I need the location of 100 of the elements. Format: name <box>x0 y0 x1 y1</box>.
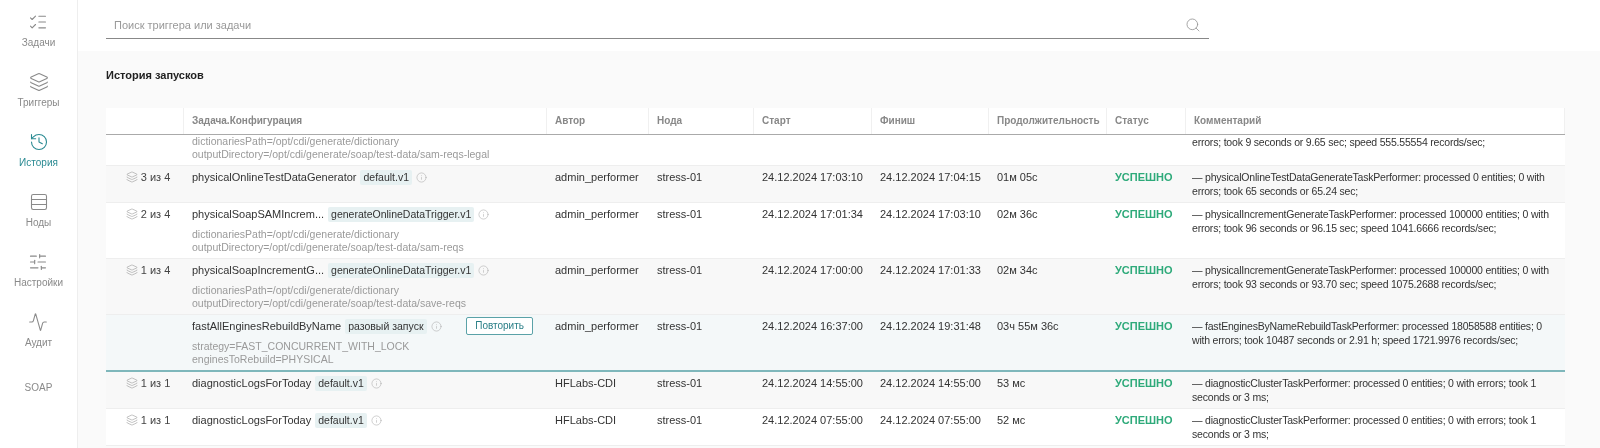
finish-time: 24.12.2024 14:55:00 <box>880 376 981 389</box>
task-name: physicalOnlineTestDataGenerator <box>192 169 357 185</box>
param-line: dictionariesPath=/opt/cdi/generate/dictionary <box>192 227 400 241</box>
task-name: physicalSoapIncrementG... <box>192 262 325 278</box>
info-icon[interactable] <box>370 414 382 426</box>
status-label: УСПЕШНО <box>1115 319 1173 332</box>
comment-text: — physicalIncrementGenerateTaskPerformer: processed 100000 entities; 0 with errors; took 93 seconds or 93.70 sec; speed 1075.2688 records/sec; <box>1192 262 1550 291</box>
config-tag: default.v1 <box>315 375 367 391</box>
info-icon[interactable] <box>430 320 442 332</box>
duration-cell: 03ч 55м 36с <box>997 319 1059 332</box>
layers-icon <box>125 264 138 276</box>
start-time: 24.12.2024 17:03:10 <box>762 170 863 183</box>
start-time: 24.12.2024 17:01:34 <box>762 207 863 220</box>
run-counter: 2 из 4 <box>140 206 171 222</box>
start-time: 24.12.2024 16:37:00 <box>762 319 863 332</box>
start-time: 24.12.2024 07:55:00 <box>762 413 863 426</box>
layers-icon <box>125 377 138 389</box>
node-cell: stress-01 <box>657 207 703 220</box>
column-header[interactable]: Финиш <box>880 113 916 128</box>
finish-time: 24.12.2024 07:55:00 <box>880 413 981 426</box>
param-line: dictionariesPath=/opt/cdi/generate/dictionary <box>192 134 400 148</box>
table-row[interactable]: dictionariesPath=/opt/cdi/generate/dictionary outputDirectory=/opt/cdi/generate/soap/test-data/sam-reqs-legal errors; took 9 seconds or 9.65 sec; speed 555.55554 records/sec; <box>106 134 1565 166</box>
pulse-icon <box>28 312 49 332</box>
node-cell: stress-01 <box>657 170 703 183</box>
node-cell: stress-01 <box>657 263 703 276</box>
column-header[interactable]: Старт <box>762 113 791 128</box>
status-label: УСПЕШНО <box>1115 413 1173 426</box>
layers-icon <box>28 72 49 92</box>
param-line: outputDirectory=/opt/cdi/generate/soap/test-data/save-reqs <box>192 296 468 310</box>
param-line: enginesToRebuild=PHYSICAL <box>192 352 335 366</box>
column-header[interactable]: Статус <box>1115 113 1149 128</box>
comment-text: — physicalIncrementGenerateTaskPerformer: processed 100000 entities; 0 with errors; took 96 seconds or 96.15 sec; speed 1041.6666 records/sec; <box>1192 206 1550 235</box>
node-cell: stress-01 <box>657 319 703 332</box>
section-title: История запусков <box>106 68 204 83</box>
config-tag: default.v1 <box>315 412 367 428</box>
author-cell: admin_performer <box>555 319 639 332</box>
author-cell: admin_performer <box>555 263 639 276</box>
info-icon[interactable] <box>370 377 382 389</box>
author-cell: admin_performer <box>555 170 639 183</box>
param-line: dictionariesPath=/opt/cdi/generate/dictionary <box>192 283 400 297</box>
info-icon[interactable] <box>478 208 490 220</box>
status-label: УСПЕШНО <box>1115 170 1173 183</box>
status-label: УСПЕШНО <box>1115 263 1173 276</box>
sidebar-item[interactable]: Настройки <box>13 252 63 290</box>
task-name: diagnosticLogsForToday <box>192 412 312 428</box>
sidebar-item[interactable]: Задачи <box>21 12 56 50</box>
node-cell: stress-01 <box>657 413 703 426</box>
table-row[interactable] <box>106 314 1565 372</box>
config-tag: разовый запуск <box>345 318 427 334</box>
sidebar-item[interactable]: Триггеры <box>17 72 60 110</box>
run-counter: 1 из 1 <box>140 375 171 391</box>
param-line: outputDirectory=/opt/cdi/generate/soap/test-data/sam-reqs-legal <box>192 147 491 161</box>
info-icon[interactable] <box>416 171 428 183</box>
sliders-icon <box>28 252 49 272</box>
duration-cell: 02м 34с <box>997 263 1038 276</box>
column-header[interactable]: Автор <box>555 113 586 128</box>
sidebar-item[interactable]: Аудит <box>24 312 53 350</box>
finish-time: 24.12.2024 17:04:15 <box>880 170 981 183</box>
info-icon[interactable] <box>478 264 490 276</box>
comment-text: — fastEnginesByNameRebuildTaskPerformer: processed 18058588 entities; 0 with errors; took 10487 seconds or 2.91 h; speed 1721.9976 records/sec; <box>1192 318 1543 347</box>
run-counter: 1 из 1 <box>140 412 171 428</box>
finish-time: 24.12.2024 17:03:10 <box>880 207 981 220</box>
run-counter: 3 из 4 <box>140 169 171 185</box>
param-line: outputDirectory=/opt/cdi/generate/soap/test-data/sam-reqs <box>192 240 465 254</box>
task-name: physicalSoapSAMIncrem... <box>192 206 325 222</box>
task-name: fastAllEnginesRebuildByName <box>192 318 342 334</box>
duration-cell: 52 мс <box>997 413 1026 426</box>
run-counter: 1 из 4 <box>140 262 171 278</box>
history-icon <box>28 132 49 152</box>
layers-icon <box>125 171 138 183</box>
sidebar-item[interactable]: Ноды <box>25 192 52 230</box>
param-line: strategy=FAST_CONCURRENT_WITH_LOCK <box>192 339 411 353</box>
comment-text: — diagnosticClusterTaskPerformer: processed 0 entities; 0 with errors; took 1 seconds or 3 ms; <box>1192 375 1538 404</box>
status-label: УСПЕШНО <box>1115 376 1173 389</box>
column-header[interactable]: Задача.Конфигурация <box>192 113 303 128</box>
sidebar-item[interactable]: SOAP <box>24 380 53 395</box>
status-label: УСПЕШНО <box>1115 207 1173 220</box>
author-cell: HFLabs-CDI <box>555 376 617 389</box>
comment-text: — diagnosticClusterTaskPerformer: processed 0 entities; 0 with errors; took 1 seconds or 3 ms; <box>1192 412 1538 441</box>
sidebar-item[interactable]: История <box>19 132 58 170</box>
author-cell: HFLabs-CDI <box>555 413 617 426</box>
column-header[interactable]: Нода <box>657 113 683 128</box>
column-header[interactable]: Продолжительность <box>997 113 1100 128</box>
search-icon[interactable] <box>1185 17 1201 33</box>
column-header[interactable]: Комментарий <box>1194 113 1262 128</box>
start-time: 24.12.2024 17:00:00 <box>762 263 863 276</box>
config-tag: default.v1 <box>360 169 413 185</box>
duration-cell: 01м 05с <box>997 170 1038 183</box>
retry-button[interactable]: Повторить <box>466 317 533 335</box>
task-name: diagnosticLogsForToday <box>192 375 312 391</box>
layers-icon <box>125 414 138 426</box>
duration-cell: 53 мс <box>997 376 1026 389</box>
node-cell: stress-01 <box>657 376 703 389</box>
config-tag: generateOnlineDataTrigger.v1 <box>328 262 475 278</box>
finish-time: 24.12.2024 17:01:33 <box>880 263 981 276</box>
duration-cell: 02м 36с <box>997 207 1038 220</box>
stacked-bars-icon <box>28 192 49 212</box>
start-time: 24.12.2024 14:55:00 <box>762 376 863 389</box>
finish-time: 24.12.2024 19:31:48 <box>880 319 981 332</box>
author-cell: admin_performer <box>555 207 639 220</box>
